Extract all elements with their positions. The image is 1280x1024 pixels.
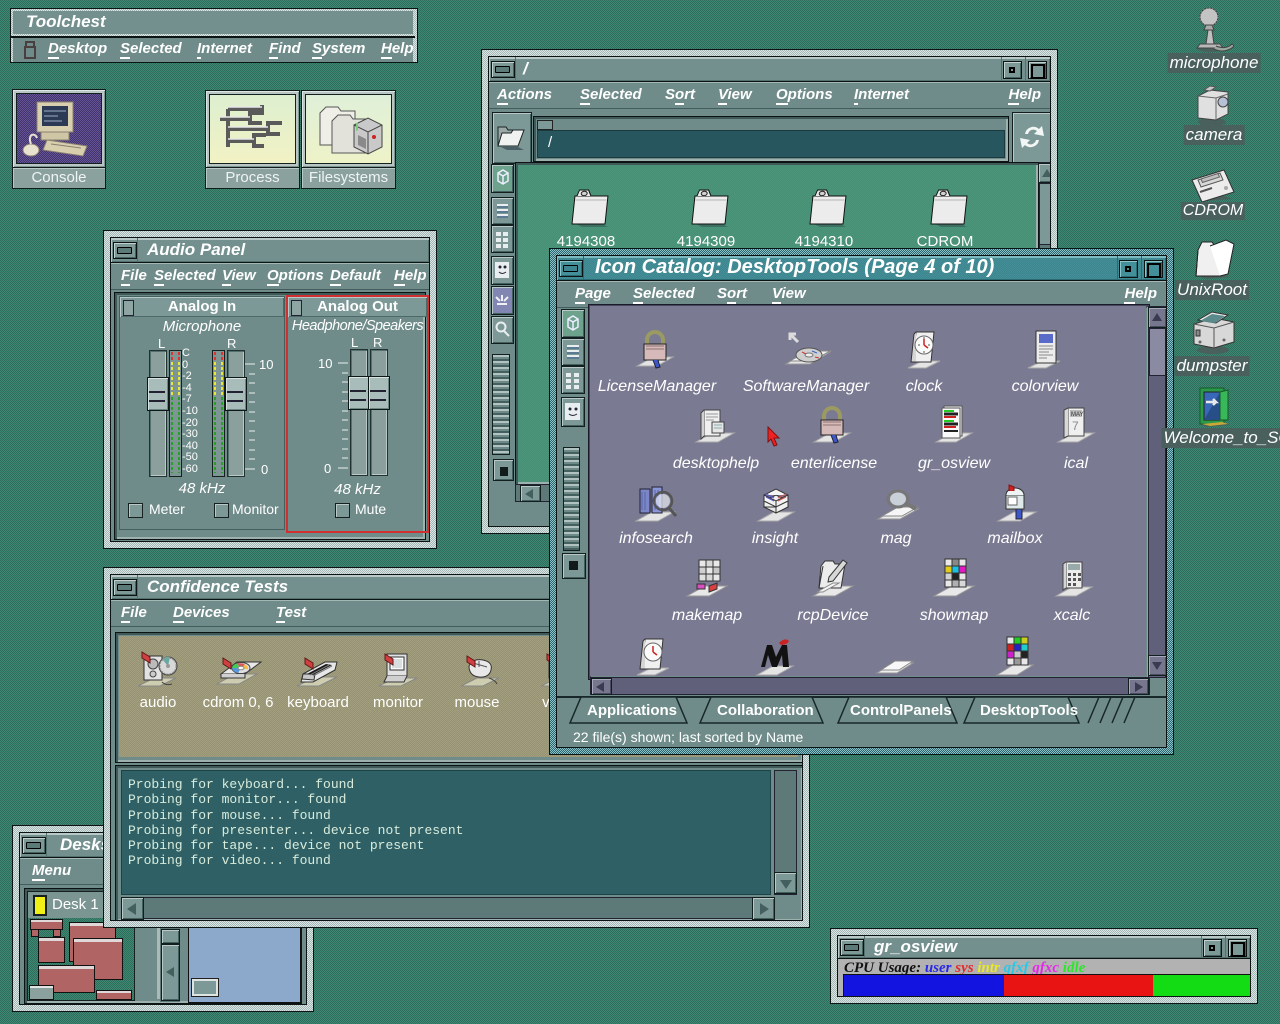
svg-text:MAY: MAY <box>1071 412 1084 418</box>
svg-text:ControlPanels: ControlPanels <box>850 702 952 719</box>
svg-text:Collaboration: Collaboration <box>717 702 814 719</box>
svg-text:DesktopTools: DesktopTools <box>980 702 1078 719</box>
svg-text:10: 10 <box>259 357 273 372</box>
svg-text:Applications: Applications <box>587 702 677 719</box>
svg-text:10: 10 <box>318 356 332 371</box>
svg-text:7: 7 <box>1072 419 1079 433</box>
svg-text:0: 0 <box>324 461 331 476</box>
svg-text:0: 0 <box>261 462 268 477</box>
